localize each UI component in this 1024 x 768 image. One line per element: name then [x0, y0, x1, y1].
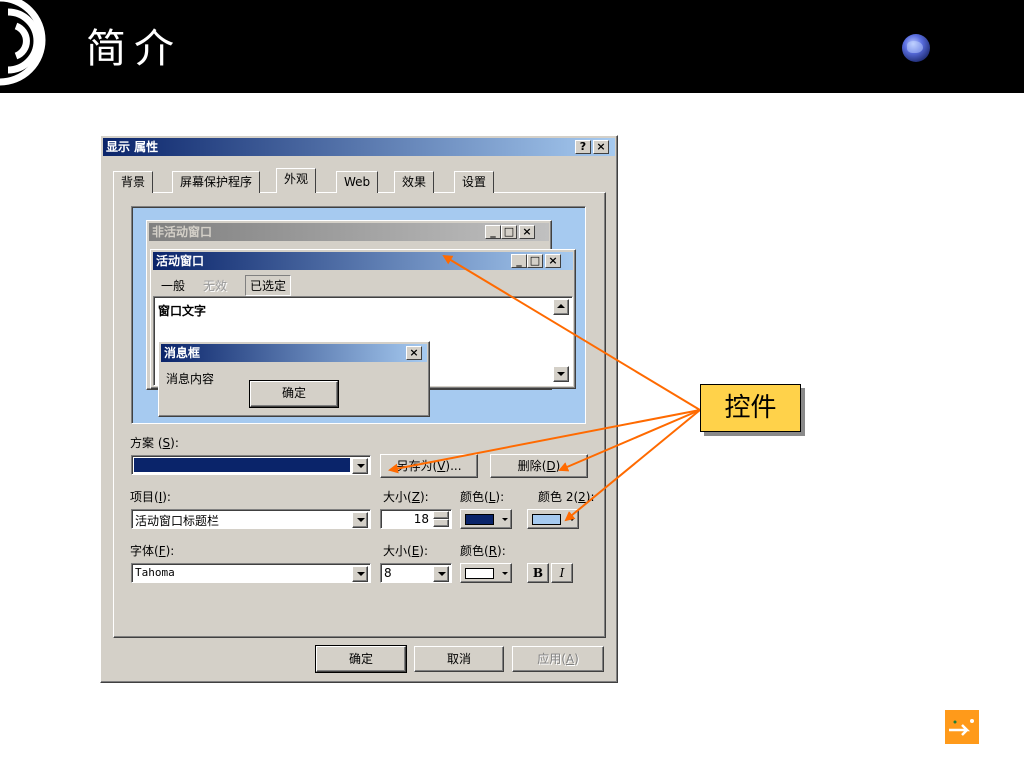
controls-callout: 控件 — [700, 384, 801, 432]
callout-arrows — [388, 254, 701, 522]
tab-appearance[interactable]: 外观 — [276, 168, 317, 193]
arrow-to-delete — [558, 409, 701, 472]
arrow-to-title-bar — [442, 254, 701, 411]
arrow-to-color2 — [564, 409, 701, 522]
arrow-to-save-as — [388, 409, 701, 474]
